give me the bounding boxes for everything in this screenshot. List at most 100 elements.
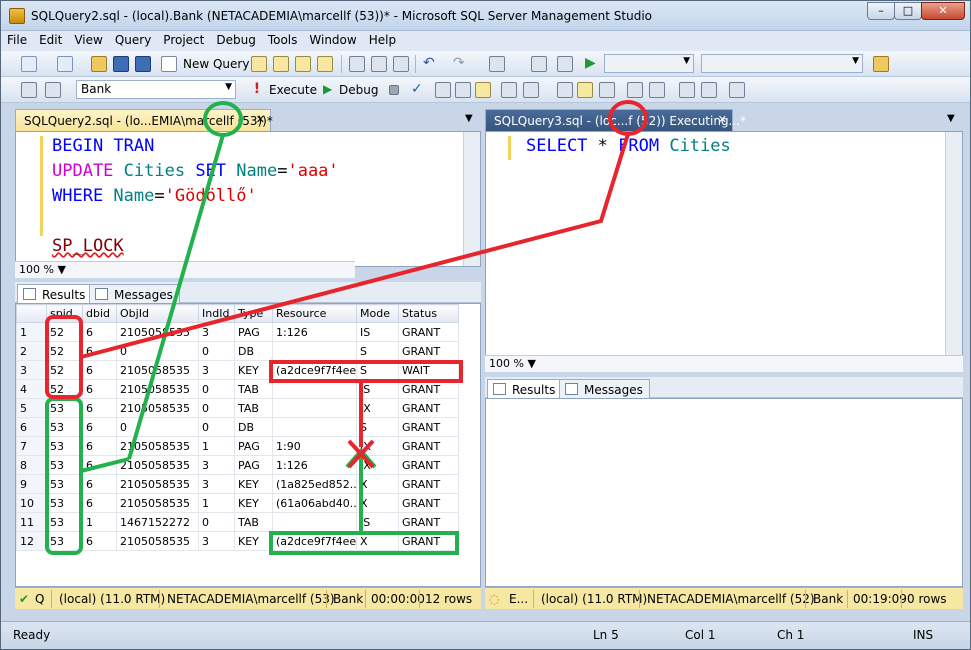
grid-cell[interactable]: X: [356, 531, 399, 551]
grid-cell[interactable]: 3: [198, 455, 235, 475]
right-messages-tab[interactable]: Messages: [559, 379, 650, 399]
table-row[interactable]: 10 53 6 2105058535 1 KEY (61a06abd40... X GRANT: [16, 493, 459, 513]
grid-cell[interactable]: 53: [46, 493, 83, 513]
results-file-icon[interactable]: [599, 82, 615, 98]
row-number[interactable]: 2: [16, 341, 47, 361]
grid-cell[interactable]: IX: [356, 398, 399, 418]
row-number[interactable]: 3: [16, 360, 47, 380]
grid-cell[interactable]: 6: [82, 360, 117, 380]
code-line[interactable]: WHERE Name='Gödöllő': [52, 184, 339, 209]
row-number[interactable]: 10: [16, 493, 47, 513]
grid-cell[interactable]: 0: [198, 512, 235, 532]
tab-dropdown-icon[interactable]: ▼: [465, 113, 473, 124]
grid-cell[interactable]: KEY: [234, 493, 273, 513]
grid-cell[interactable]: 2105058535: [116, 436, 199, 456]
menu-project[interactable]: Project: [157, 31, 210, 49]
grid-cell[interactable]: [272, 341, 357, 361]
table-row[interactable]: 9 53 6 2105058535 3 KEY (1a825ed852... X GRANT: [16, 474, 459, 494]
bookmark-icon[interactable]: [557, 56, 573, 72]
row-number[interactable]: 4: [16, 379, 47, 399]
editor-vscrollbar[interactable]: [945, 132, 962, 360]
grid-cell[interactable]: 2105058535: [116, 455, 199, 475]
results-to-text-icon[interactable]: [557, 82, 573, 98]
grid-cell[interactable]: KEY: [234, 360, 273, 380]
change-connection-icon[interactable]: [45, 82, 61, 98]
grid-cell[interactable]: [272, 417, 357, 437]
grid-cell[interactable]: GRANT: [398, 531, 459, 551]
tab-sqlquery2[interactable]: SQLQuery2.sql - (lo...EMIA\marcellf (53)…: [15, 109, 273, 131]
left-code-area[interactable]: BEGIN TRAN UPDATE Cities SET Name='aaa' WH…: [52, 134, 339, 259]
table-row[interactable]: 12 53 6 2105058535 3 KEY (a2dce9f7f4ee) X GRANT: [16, 531, 459, 551]
grid-cell[interactable]: (1a825ed852...: [272, 474, 357, 494]
column-header[interactable]: [16, 304, 47, 323]
save-all-icon[interactable]: [135, 56, 151, 72]
grid-cell[interactable]: 6: [82, 379, 117, 399]
execute-icon[interactable]: !: [249, 82, 265, 98]
table-row[interactable]: 7 53 6 2105058535 1 PAG 1:90 IX GRANT: [16, 436, 459, 456]
menu-tools[interactable]: Tools: [262, 31, 304, 49]
grid-cell[interactable]: 6: [82, 493, 117, 513]
results-to-grid-icon[interactable]: [475, 82, 491, 98]
grid-cell[interactable]: [272, 512, 357, 532]
grid-cell[interactable]: 53: [46, 417, 83, 437]
start-debugging-icon[interactable]: ▶: [585, 56, 601, 72]
row-number[interactable]: 5: [16, 398, 47, 418]
grid-cell[interactable]: WAIT: [398, 360, 459, 380]
find-icon[interactable]: [531, 56, 547, 72]
grid-cell[interactable]: 52: [46, 360, 83, 380]
debug-icon[interactable]: ▶: [323, 82, 339, 98]
left-results-tab[interactable]: Results: [17, 284, 93, 304]
row-number[interactable]: 6: [16, 417, 47, 437]
left-messages-tab[interactable]: Messages: [89, 284, 180, 304]
grid-cell[interactable]: IX: [356, 436, 399, 456]
tab-close-icon[interactable]: ✕: [718, 113, 727, 126]
grid-cell[interactable]: 53: [46, 531, 83, 551]
column-header[interactable]: Status: [398, 304, 459, 323]
new-query-button[interactable]: New Query: [183, 57, 249, 71]
row-number[interactable]: 11: [16, 512, 47, 532]
grid-cell[interactable]: 6: [82, 531, 117, 551]
grid-cell[interactable]: 2105058535: [116, 474, 199, 494]
results-grid-icon[interactable]: [577, 82, 593, 98]
grid-cell[interactable]: 53: [46, 398, 83, 418]
paste-icon[interactable]: [393, 56, 409, 72]
column-header[interactable]: spid: [46, 304, 83, 323]
available-databases-combo[interactable]: Bank ▼: [76, 80, 236, 99]
menu-file[interactable]: File: [1, 31, 33, 49]
table-row[interactable]: 1 52 6 2105058535 3 PAG 1:126 IS GRANT: [16, 322, 459, 342]
grid-cell[interactable]: PAG: [234, 455, 273, 475]
grid-cell[interactable]: GRANT: [398, 474, 459, 494]
table-row[interactable]: 8 53 6 2105058535 3 PAG 1:126 IX GRANT: [16, 455, 459, 475]
grid-cell[interactable]: 2105058535: [116, 493, 199, 513]
grid-cell[interactable]: 53: [46, 512, 83, 532]
menu-query[interactable]: Query: [109, 31, 157, 49]
grid-cell[interactable]: GRANT: [398, 436, 459, 456]
increase-indent-icon[interactable]: [701, 82, 717, 98]
code-line[interactable]: [52, 209, 339, 234]
specify-values-icon[interactable]: [729, 82, 745, 98]
editor-vscrollbar[interactable]: [463, 132, 480, 266]
grid-cell[interactable]: 53: [46, 455, 83, 475]
grid-cell[interactable]: 6: [82, 341, 117, 361]
grid-cell[interactable]: 0: [116, 341, 199, 361]
row-number[interactable]: 7: [16, 436, 47, 456]
maximize-button[interactable]: □: [894, 2, 922, 20]
connect-icon[interactable]: [21, 82, 37, 98]
grid-cell[interactable]: TAB: [234, 398, 273, 418]
new-project-icon[interactable]: [21, 56, 37, 72]
right-zoom[interactable]: 100 % ▼: [485, 355, 963, 372]
grid-cell[interactable]: 1:90: [272, 436, 357, 456]
grid-cell[interactable]: GRANT: [398, 398, 459, 418]
uncomment-icon[interactable]: [649, 82, 665, 98]
grid-cell[interactable]: S: [356, 417, 399, 437]
code-line[interactable]: BEGIN TRAN: [52, 134, 339, 159]
grid-cell[interactable]: KEY: [234, 531, 273, 551]
grid-cell[interactable]: 52: [46, 379, 83, 399]
save-icon[interactable]: [113, 56, 129, 72]
grid-cell[interactable]: 2105058535: [116, 531, 199, 551]
grid-cell[interactable]: 53: [46, 474, 83, 494]
menu-view[interactable]: View: [68, 31, 108, 49]
grid-cell[interactable]: 6: [82, 455, 117, 475]
grid-cell[interactable]: DB: [234, 341, 273, 361]
close-button[interactable]: ✕: [921, 2, 965, 20]
